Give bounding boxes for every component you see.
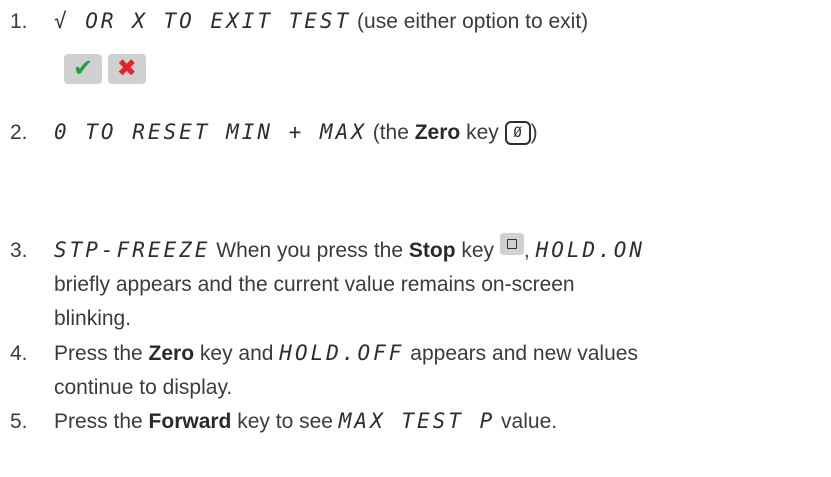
item-text: appears and new values bbox=[404, 342, 638, 365]
item-text: key to see bbox=[231, 410, 339, 433]
exit-buttons-row: ✔ ✖ bbox=[64, 52, 146, 86]
item-text: Press the bbox=[54, 342, 149, 365]
item-text: Press the bbox=[54, 410, 149, 433]
item-text: (use either option to exit) bbox=[351, 10, 589, 33]
lcd-text: 0 TO RESET MIN + MAX bbox=[54, 120, 367, 144]
lcd-text: STP-FREEZE bbox=[54, 238, 211, 262]
lcd-text: MAX TEST P bbox=[338, 409, 496, 433]
zero-key-label: Zero bbox=[414, 121, 461, 144]
item-text: When you press the bbox=[210, 239, 409, 262]
item-text: key and bbox=[194, 342, 280, 365]
item-number: 3. bbox=[10, 239, 28, 262]
item-text: key bbox=[460, 121, 505, 144]
list-item-2: 2. 0 TO RESET MIN + MAX (the Zero key Ø) bbox=[10, 115, 538, 150]
check-mark-icon[interactable]: ✔ bbox=[64, 54, 102, 85]
lcd-text: HOLD.OFF bbox=[279, 341, 405, 365]
item-number: 1. bbox=[10, 10, 28, 33]
item-text: (the bbox=[366, 121, 415, 144]
zero-key-icon: Ø bbox=[504, 121, 531, 145]
item-text: value. bbox=[495, 410, 558, 433]
x-mark-icon[interactable]: ✖ bbox=[107, 54, 146, 85]
forward-key-label: Forward bbox=[148, 410, 232, 433]
lcd-text: √ OR X TO EXIT TEST bbox=[54, 9, 352, 33]
list-item-5: 5. Press the Forward key to see MAX TEST … bbox=[10, 404, 557, 439]
list-item-4: 4. Press the Zero key and HOLD.OFF appear… bbox=[10, 336, 638, 405]
item-text: ) bbox=[530, 121, 538, 144]
item-number: 2. bbox=[10, 121, 28, 144]
stop-key-label: Stop bbox=[408, 239, 456, 262]
item-text: , bbox=[523, 239, 536, 262]
item-number: 5. bbox=[10, 410, 28, 433]
list-item-1: 1. √ OR X TO EXIT TEST (use either option… bbox=[10, 4, 588, 39]
item-text: briefly appears and the current value re… bbox=[54, 273, 575, 296]
zero-key-label: Zero bbox=[148, 342, 195, 365]
item-text: blinking. bbox=[54, 307, 132, 330]
lcd-text: HOLD.ON bbox=[535, 238, 646, 262]
item-number: 4. bbox=[10, 342, 28, 365]
list-item-3: 3. STP-FREEZE When you press the Stop key… bbox=[10, 233, 645, 336]
item-text: continue to display. bbox=[54, 376, 233, 399]
stop-key-icon bbox=[499, 233, 524, 255]
item-text: key bbox=[455, 239, 500, 262]
